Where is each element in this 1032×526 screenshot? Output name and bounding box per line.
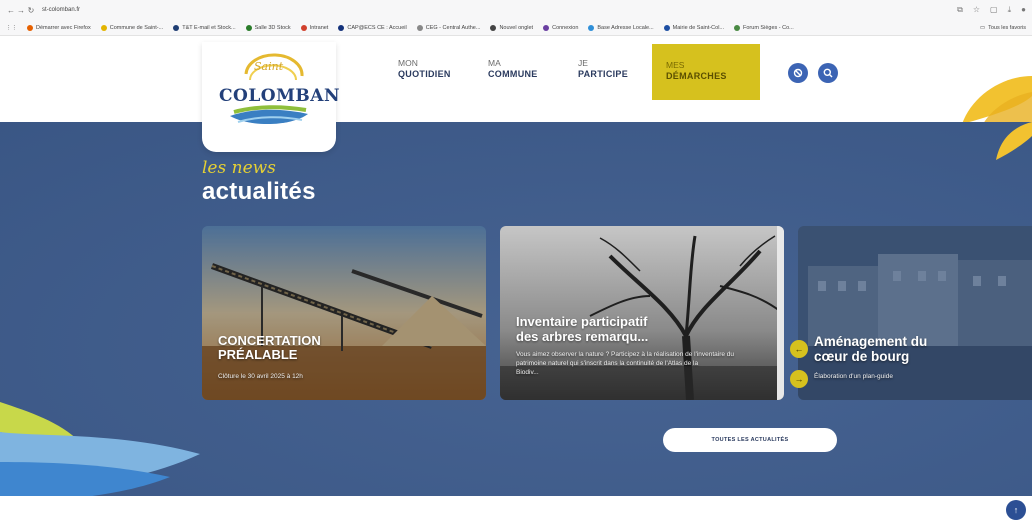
decor-leaves	[0, 402, 200, 496]
card-subtitle-line: Biodiv...	[516, 369, 539, 376]
browser-toolbar: ← → ↻ st-colomban.fr ⧉ ☆ ▢ ⤓ ●	[0, 0, 1032, 20]
news-section: les news actualités CONCERTATION PRÉALAB…	[0, 122, 1032, 496]
card-subtitle-line: Vous aimez observer la nature ? Particip…	[516, 351, 735, 358]
card-title-line: Aménagement du	[814, 334, 928, 349]
bookmark-favicon-icon	[245, 24, 252, 31]
forward-icon[interactable]: →	[16, 6, 26, 15]
translate-icon[interactable]: ⧉	[957, 5, 963, 15]
header-decor-leaf	[962, 76, 1032, 126]
bookmark-item[interactable]: Mairie de Saint-Col...	[663, 24, 724, 31]
nav-mon-quotidien[interactable]: MON QUOTIDIEN	[398, 58, 488, 80]
bookmark-item[interactable]: CEG - Central Authe...	[416, 24, 480, 31]
address-bar[interactable]: st-colomban.fr	[42, 7, 80, 13]
bookmarks-bar: ⋮⋮ Démarrer avec Firefox Commune de Sain…	[0, 20, 1032, 36]
carousel-next-button[interactable]: →	[790, 370, 808, 388]
bookmark-favicon-icon	[543, 24, 550, 31]
card-subtitle: Clôture le 30 avril 2025 à 12h	[218, 373, 303, 380]
search-icon	[823, 68, 833, 78]
all-news-button[interactable]: TOUTES LES ACTUALITÉS	[663, 428, 837, 452]
bookmark-item[interactable]: T&T E-mail et Stock...	[173, 24, 236, 31]
news-card-inventaire[interactable]: Inventaire participatif des arbres remar…	[500, 226, 784, 400]
arrow-left-icon: ←	[794, 344, 804, 354]
bookmark-favicon-icon	[663, 24, 670, 31]
bookmark-favicon-icon	[173, 24, 180, 31]
nav-mes-demarches[interactable]: MES DÉMARCHES	[652, 44, 760, 100]
folder-icon: ▭	[979, 24, 986, 31]
card-subtitle-line: patrimoine naturel qui s'inscrit dans la…	[516, 360, 699, 367]
nav-ma-commune[interactable]: MA COMMUNE	[488, 58, 578, 80]
bookmark-item[interactable]: Forum Sièges - Co...	[734, 24, 794, 31]
card-title-line: CONCERTATION	[218, 333, 321, 348]
card-title-line: des arbres remarqu...	[516, 329, 649, 344]
bookmark-item[interactable]: Salle 3D Stock	[245, 24, 291, 31]
decor-leaf-right	[996, 122, 1032, 160]
bookmark-favicon-icon	[734, 24, 741, 31]
card-subtitle: Élaboration d'un plan-guide	[814, 373, 893, 380]
all-bookmarks[interactable]: ▭ Tous les favoris	[980, 25, 1026, 31]
card-title-line: cœur de bourg	[814, 349, 910, 364]
news-card-concertation[interactable]: CONCERTATION PRÉALABLE Clôture le 30 avr…	[202, 226, 486, 400]
card-description: Vous aimez observer la nature ? Particip…	[516, 350, 772, 377]
bookmark-favicon-icon	[588, 24, 595, 31]
profile-icon[interactable]: ●	[1021, 5, 1026, 15]
bookmark-item[interactable]: Base Adresse Locale...	[588, 24, 654, 31]
extensions-icon[interactable]: ▢	[990, 5, 998, 15]
bookmark-favicon-icon	[300, 24, 307, 31]
logo-name: COLOMBAN	[219, 86, 341, 106]
card-title-line: Inventaire participatif	[516, 314, 648, 329]
main-nav: MON QUOTIDIEN MA COMMUNE JE PARTICIPE ME…	[398, 44, 760, 100]
bookmark-item[interactable]: CAP@ECS CE : Accueil	[338, 24, 407, 31]
section-tagline: les news	[202, 158, 276, 178]
download-icon[interactable]: ⤓	[1008, 5, 1012, 15]
apps-icon[interactable]: ⋮⋮	[6, 25, 17, 31]
accessibility-button[interactable]	[788, 63, 808, 83]
accessibility-icon	[793, 68, 803, 78]
reload-icon[interactable]: ↻	[26, 6, 36, 15]
bookmark-favicon-icon	[100, 24, 107, 31]
scroll-top-button[interactable]: ↑	[1006, 500, 1026, 520]
card-title-line: PRÉALABLE	[218, 347, 298, 362]
bookmark-item[interactable]: Commune de Saint-...	[100, 24, 163, 31]
site-logo[interactable]: Saint COLOMBAN	[202, 42, 340, 152]
bookmark-favicon-icon	[27, 24, 33, 31]
logo-script: Saint	[254, 60, 284, 73]
bookmark-favicon-icon	[490, 24, 497, 31]
bookmark-item[interactable]: Démarrer avec Firefox	[27, 24, 91, 31]
bookmark-favicon-icon	[338, 24, 345, 31]
bookmark-item[interactable]: Intranet	[300, 24, 328, 31]
bookmark-item[interactable]: Nouvel onglet	[490, 24, 533, 31]
search-button[interactable]	[818, 63, 838, 83]
arrow-right-icon: →	[794, 374, 804, 384]
star-icon[interactable]: ☆	[973, 5, 980, 15]
carousel-prev-button[interactable]: ←	[790, 340, 808, 358]
back-icon[interactable]: ←	[6, 6, 16, 15]
news-card-amenagement[interactable]: Aménagement du cœur de bourg Élaboration…	[798, 226, 1032, 400]
arrow-up-icon: ↑	[1013, 505, 1019, 515]
bookmark-favicon-icon	[416, 24, 423, 31]
bookmark-item[interactable]: Connexion	[543, 24, 578, 31]
section-title: actualités	[202, 178, 316, 205]
